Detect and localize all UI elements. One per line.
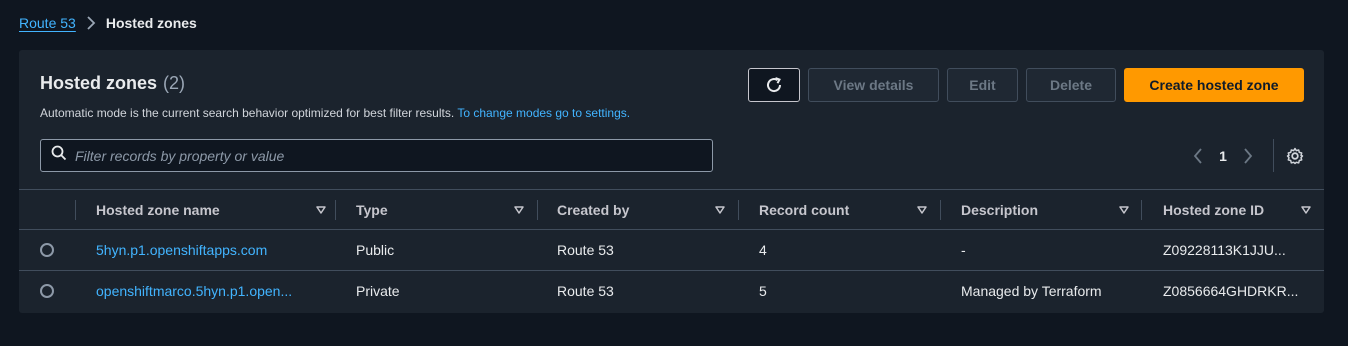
row-radio[interactable] — [40, 243, 54, 257]
zone-type: Private — [356, 283, 400, 299]
column-divider — [738, 200, 739, 220]
description-text: Automatic mode is the current search beh… — [40, 106, 455, 120]
filter-box — [40, 139, 713, 172]
refresh-icon — [767, 77, 782, 93]
zone-name-link[interactable]: openshiftmarco.5hyn.p1.open... — [96, 283, 292, 299]
search-icon — [51, 145, 67, 166]
record-count: 4 — [759, 242, 767, 258]
breadcrumb-route53-link[interactable]: Route 53 — [19, 15, 76, 31]
create-hosted-zone-button[interactable]: Create hosted zone — [1124, 68, 1304, 102]
table-row[interactable]: openshiftmarco.5hyn.p1.open... Private R… — [19, 270, 1324, 311]
sort-icon[interactable] — [917, 205, 927, 214]
page-title: Hosted zones (2) — [40, 73, 185, 94]
column-divider — [75, 200, 76, 220]
chevron-left-icon — [1193, 147, 1202, 164]
page-number[interactable]: 1 — [1213, 148, 1233, 164]
sort-icon[interactable] — [514, 205, 524, 214]
column-header-label: Record count — [759, 201, 850, 218]
created-by: Route 53 — [557, 283, 614, 299]
column-header-label: Type — [356, 201, 388, 218]
title-text: Hosted zones — [40, 73, 158, 93]
column-header-name[interactable]: Hosted zone name — [96, 190, 326, 229]
view-details-button[interactable]: View details — [808, 68, 939, 102]
column-divider — [1141, 200, 1142, 220]
preferences-button[interactable] — [1286, 147, 1304, 165]
zone-id: Z0856664GHDRKR... — [1163, 283, 1299, 299]
column-header-description[interactable]: Description — [961, 190, 1129, 229]
row-select — [19, 271, 75, 311]
column-header-label: Hosted zone name — [96, 201, 220, 218]
table-header: Hosted zone name Type Created by Record … — [19, 189, 1324, 229]
column-divider — [940, 200, 941, 220]
created-by: Route 53 — [557, 242, 614, 258]
refresh-button[interactable] — [748, 68, 800, 102]
table-row[interactable]: 5hyn.p1.openshiftapps.com Public Route 5… — [19, 229, 1324, 270]
zone-name-cell: 5hyn.p1.openshiftapps.com — [96, 230, 312, 270]
sort-icon[interactable] — [715, 205, 725, 214]
column-divider — [537, 200, 538, 220]
row-radio[interactable] — [40, 284, 54, 298]
column-divider — [335, 200, 336, 220]
column-header-type[interactable]: Type — [356, 190, 524, 229]
pagination: 1 — [1183, 139, 1304, 172]
sort-icon[interactable] — [1301, 205, 1311, 214]
chevron-right-icon — [1244, 147, 1253, 164]
column-header-created-by[interactable]: Created by — [557, 190, 725, 229]
column-header-label: Description — [961, 201, 1039, 218]
header-description: Automatic mode is the current search beh… — [40, 106, 630, 120]
delete-button[interactable]: Delete — [1026, 68, 1116, 102]
search-input[interactable] — [75, 147, 712, 164]
row-select — [19, 230, 75, 270]
chevron-right-icon — [86, 16, 96, 30]
zone-id-cell: Z09228113K1JJU... — [1163, 230, 1303, 270]
action-bar: View details Edit Delete Create hosted z… — [748, 68, 1304, 102]
column-header-zone-id[interactable]: Hosted zone ID — [1163, 190, 1311, 229]
sort-icon[interactable] — [1119, 205, 1129, 214]
zone-name-link[interactable]: 5hyn.p1.openshiftapps.com — [96, 242, 267, 258]
edit-button[interactable]: Edit — [947, 68, 1018, 102]
column-header-label: Hosted zone ID — [1163, 201, 1265, 218]
settings-link[interactable]: To change modes go to settings. — [457, 106, 630, 120]
next-page-button[interactable] — [1233, 147, 1263, 164]
zone-description: Managed by Terraform — [961, 283, 1102, 299]
zone-id: Z09228113K1JJU... — [1163, 242, 1286, 258]
hosted-zones-table: Hosted zone name Type Created by Record … — [19, 189, 1324, 311]
hosted-zones-panel: Hosted zones (2) Automatic mode is the c… — [19, 50, 1324, 313]
zone-name-cell: openshiftmarco.5hyn.p1.open... — [96, 271, 312, 311]
record-count: 5 — [759, 283, 767, 299]
breadcrumb: Route 53 Hosted zones — [19, 12, 197, 34]
zone-id-cell: Z0856664GHDRKR... — [1163, 271, 1303, 311]
sort-icon[interactable] — [316, 205, 326, 214]
previous-page-button[interactable] — [1183, 147, 1213, 164]
zone-description: - — [961, 242, 966, 258]
breadcrumb-current: Hosted zones — [105, 15, 197, 31]
column-header-record-count[interactable]: Record count — [759, 190, 927, 229]
zone-type: Public — [356, 242, 395, 258]
divider — [1273, 139, 1274, 172]
gear-icon — [1286, 147, 1304, 164]
zone-count: (2) — [163, 73, 186, 93]
column-header-label: Created by — [557, 201, 630, 218]
